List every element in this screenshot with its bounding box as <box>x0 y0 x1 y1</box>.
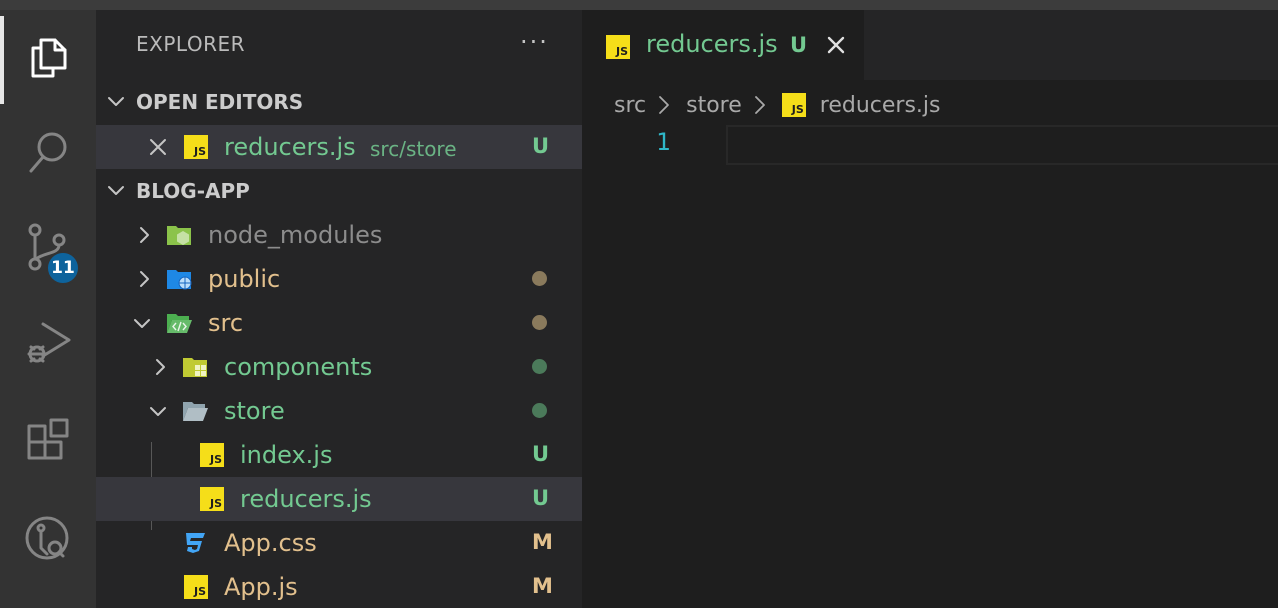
editor-tab-bar: JS reducers.js U <box>582 10 1278 80</box>
search-activity-button[interactable] <box>0 108 96 198</box>
open-editors-section-header[interactable]: OPEN EDITORS <box>96 80 582 124</box>
line-number: 1 <box>656 128 671 156</box>
tree-item-label: components <box>224 353 373 381</box>
tree-item-public[interactable]: public <box>96 257 582 301</box>
extensions-activity-button[interactable] <box>0 398 96 488</box>
untracked-dot <box>532 403 547 418</box>
modified-dot <box>532 271 547 286</box>
src-folder-open-icon <box>167 314 192 333</box>
breadcrumb-item-src[interactable]: src <box>614 93 646 118</box>
search-icon <box>29 132 67 173</box>
untracked-dot <box>532 359 547 374</box>
tab-git-status: U <box>790 33 808 57</box>
components-folder-icon <box>183 358 207 377</box>
tree-item-label: public <box>208 265 281 293</box>
tree-item-src[interactable]: src <box>96 301 582 345</box>
chevron-right-icon <box>659 96 670 114</box>
git-status-untracked: U <box>532 134 550 158</box>
git-status-untracked: U <box>532 442 550 466</box>
title-bar-strip <box>0 0 1278 10</box>
tree-item-reducers-js[interactable]: JS reducers.js U <box>96 477 582 521</box>
run-debug-activity-button[interactable] <box>0 298 96 388</box>
tree-item-label: node_modules <box>208 221 383 249</box>
close-icon[interactable] <box>148 137 168 157</box>
tree-item-store[interactable]: store <box>96 389 582 433</box>
breadcrumb-item-store[interactable]: store <box>686 93 742 118</box>
tree-item-label: store <box>224 397 285 425</box>
current-line-highlight[interactable] <box>726 125 1278 165</box>
remote-explorer-activity-button[interactable] <box>0 494 96 584</box>
files-icon <box>31 38 67 78</box>
breadcrumb: src store JS reducers.js <box>614 88 941 122</box>
open-editor-item-reducers[interactable]: JS reducers.js src/store U <box>96 125 582 169</box>
js-file-icon: JS <box>184 575 208 599</box>
folder-open-icon <box>183 402 208 421</box>
scm-count-badge: 11 <box>46 251 80 285</box>
chevron-down-icon <box>108 186 124 195</box>
tree-item-label: src <box>208 309 244 337</box>
js-file-icon: JS <box>606 35 630 59</box>
open-editor-filename: reducers.js <box>224 133 356 161</box>
tree-item-node-modules[interactable]: node_modules <box>96 213 582 257</box>
git-status-modified: M <box>532 574 553 598</box>
explorer-title: EXPLORER <box>136 32 245 56</box>
chevron-down-icon <box>134 319 150 328</box>
project-section-header[interactable]: BLOG-APP <box>96 169 582 213</box>
explorer-activity-button[interactable] <box>0 10 96 104</box>
tree-item-label: App.css <box>224 529 317 557</box>
modified-dot <box>532 315 547 330</box>
tree-item-app-css[interactable]: App.css M <box>96 521 582 565</box>
remote-explorer-icon <box>25 516 69 560</box>
css-file-icon <box>186 533 205 553</box>
explorer-sidebar: EXPLORER ··· OPEN EDITORS JS reducers.js… <box>96 10 582 608</box>
open-editors-label: OPEN EDITORS <box>136 90 304 114</box>
more-actions-button[interactable]: ··· <box>520 28 549 56</box>
public-folder-icon <box>167 270 192 290</box>
extensions-icon <box>27 418 69 460</box>
project-label: BLOG-APP <box>136 179 250 203</box>
tree-item-components[interactable]: components <box>96 345 582 389</box>
chevron-down-icon <box>150 407 166 416</box>
tree-item-label: reducers.js <box>240 485 372 513</box>
tree-item-index-js[interactable]: JS index.js U <box>96 433 582 477</box>
chevron-right-icon <box>140 227 149 243</box>
git-status-untracked: U <box>532 486 550 510</box>
source-control-activity-button[interactable]: 11 <box>0 202 96 292</box>
tree-item-app-js[interactable]: JS App.js M <box>96 565 582 608</box>
chevron-right-icon <box>156 359 165 375</box>
editor-tab-reducers[interactable]: JS reducers.js U <box>582 10 864 80</box>
open-editor-path: src/store <box>370 137 457 161</box>
chevron-right-icon <box>754 96 765 114</box>
run-debug-icon <box>27 322 71 363</box>
explorer-header: EXPLORER ··· <box>96 10 582 80</box>
editor-area: JS reducers.js U src store JS reducers.j… <box>582 10 1278 608</box>
tab-label: reducers.js <box>646 30 778 58</box>
git-status-modified: M <box>532 530 553 554</box>
breadcrumb-item-file[interactable]: reducers.js <box>820 93 941 118</box>
chevron-right-icon <box>140 271 149 287</box>
node-folder-icon <box>167 226 191 245</box>
js-file-icon: JS <box>184 135 208 159</box>
js-file-icon: JS <box>200 443 224 467</box>
close-icon[interactable] <box>826 35 846 55</box>
chevron-down-icon <box>108 97 124 106</box>
tree-item-label: App.js <box>224 573 298 601</box>
js-file-icon: JS <box>781 93 806 117</box>
tree-item-label: index.js <box>240 441 333 469</box>
activity-bar: 11 <box>0 10 96 608</box>
js-file-icon: JS <box>200 487 224 511</box>
